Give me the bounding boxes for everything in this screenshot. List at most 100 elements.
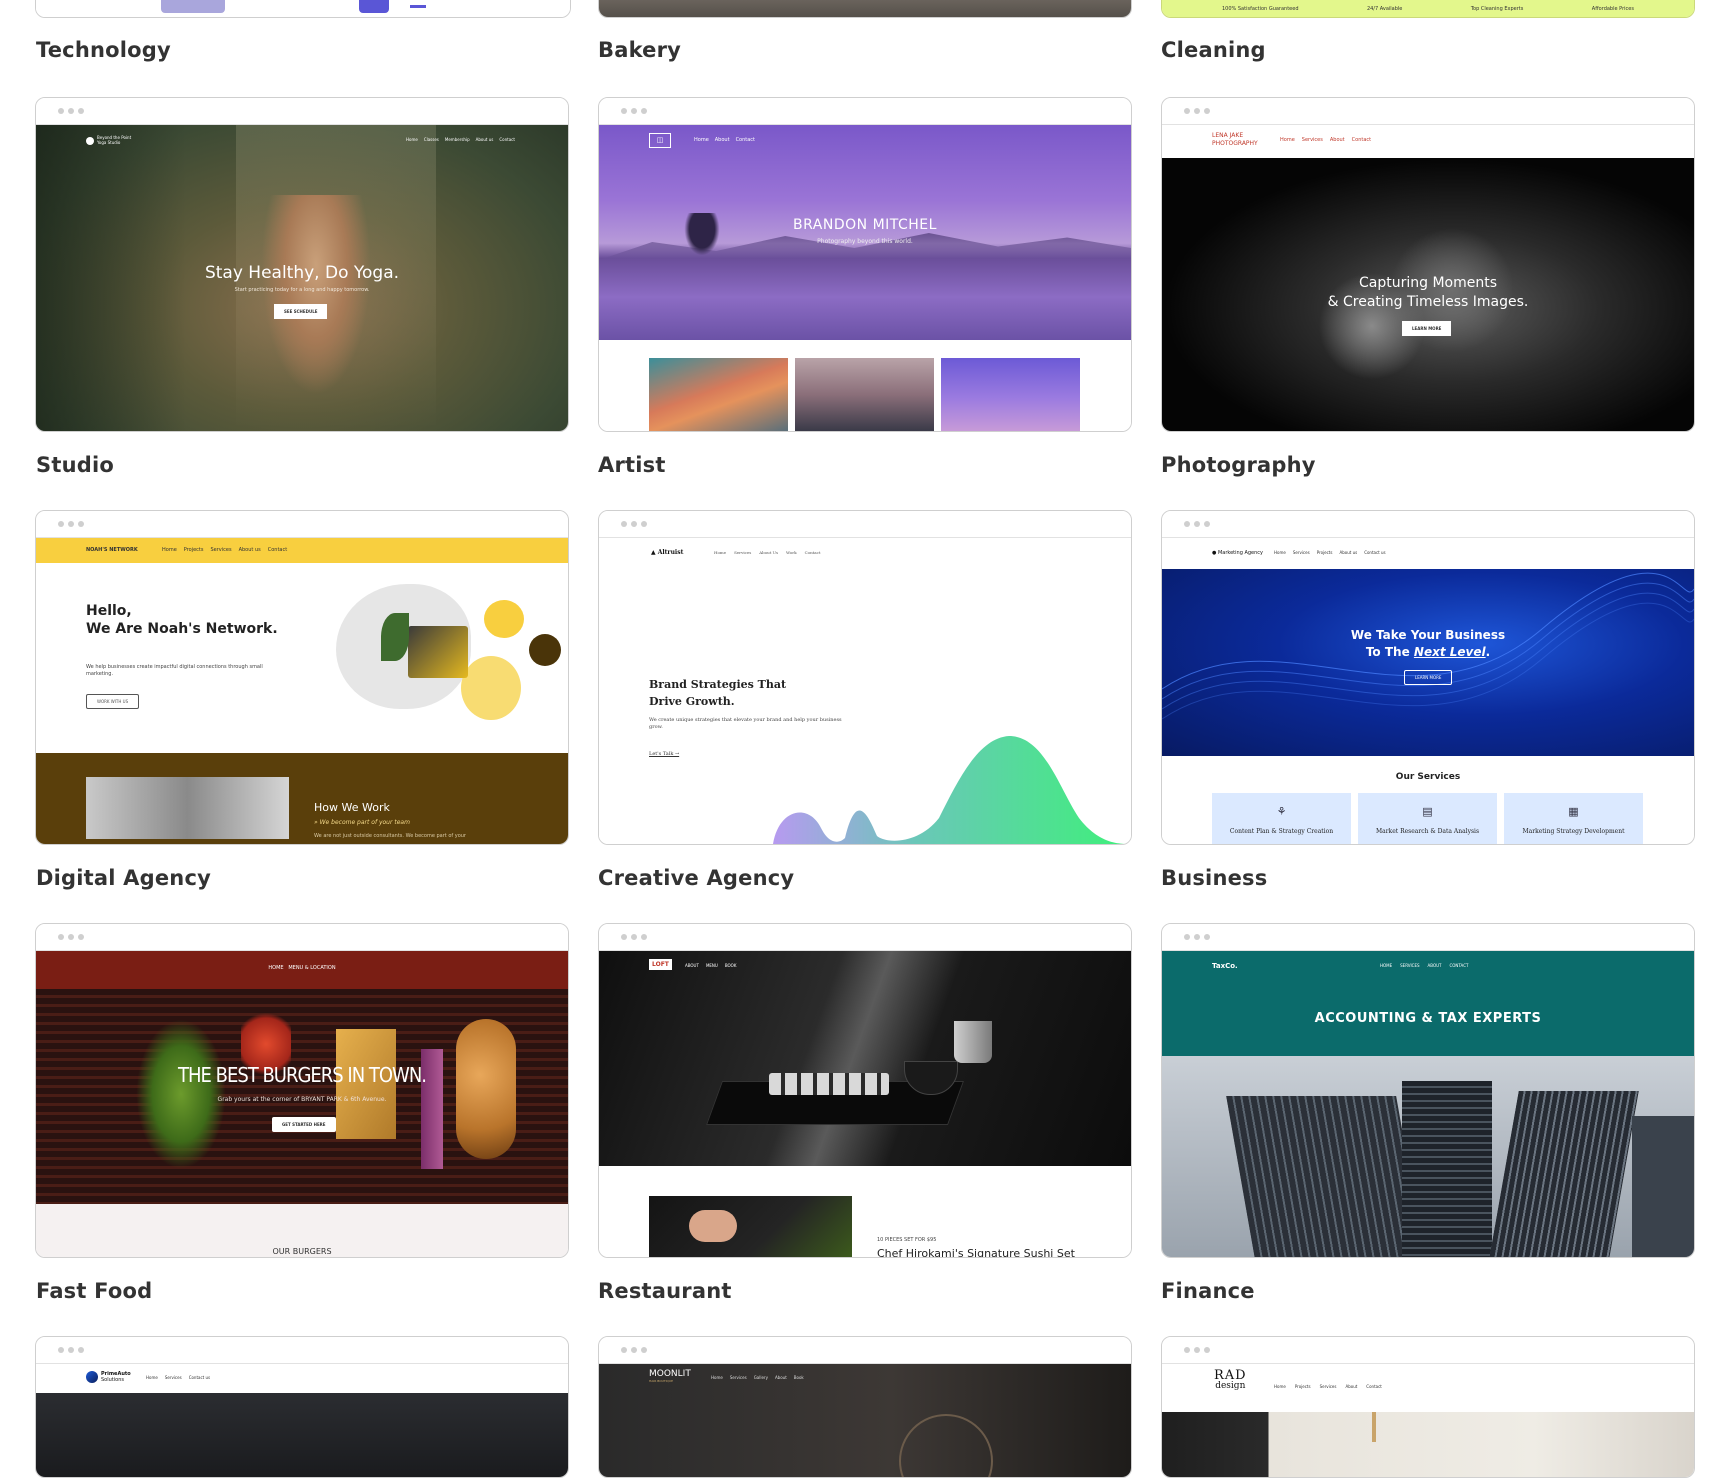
nav-item[interactable]: HOME <box>1380 963 1392 968</box>
template-card-photography[interactable]: LENA JAKE PHOTOGRAPHY Home Services Abou… <box>1161 97 1695 432</box>
nav-item[interactable]: Services <box>210 547 231 553</box>
template-card-finance[interactable]: TaxCo. HOME SERVICES ABOUT CONTACT ACCOU… <box>1161 923 1695 1258</box>
nav-item[interactable]: About us <box>476 137 494 142</box>
learn-more-button[interactable]: LEARN MORE <box>1402 321 1452 336</box>
work-with-us-button[interactable]: WORK WITH US <box>86 694 140 709</box>
design-nav: Home Projects Services About Contact <box>1274 1384 1382 1389</box>
nav-item[interactable]: Membership <box>445 137 470 142</box>
hero-image <box>1162 1412 1694 1477</box>
template-card-cleaning[interactable]: 100% Satisfaction Guaranteed 24/7 Availa… <box>1161 0 1695 18</box>
hero-headline-2: & Creating Timeless Images. <box>1327 294 1529 310</box>
gallery-thumb-1[interactable] <box>649 358 788 431</box>
service-card-3[interactable]: ▦ Marketing Strategy Development <box>1504 793 1643 844</box>
template-card-bakery[interactable] <box>598 0 1132 18</box>
how-we-work-section: How We Work » We become part of your tea… <box>36 753 568 844</box>
window-dots <box>621 934 647 940</box>
nav-item[interactable]: Services <box>1320 1384 1337 1389</box>
nav-item[interactable]: Contact <box>805 550 821 555</box>
handshake-icon: ⚘ <box>1276 805 1287 818</box>
cleaning-features-strip: 100% Satisfaction Guaranteed 24/7 Availa… <box>1222 6 1634 12</box>
see-schedule-button[interactable]: SEE SCHEDULE <box>274 304 328 319</box>
menu-item-small: 10 PIECES SET FOR $95 <box>877 1237 937 1243</box>
brand-sub: Solutions <box>101 1377 124 1383</box>
nav-item[interactable]: About us <box>239 547 261 553</box>
nav-item[interactable]: Contact <box>1352 137 1371 143</box>
template-card-design[interactable]: RAD design Home Projects Services About … <box>1161 1336 1695 1478</box>
nav-item[interactable]: About us <box>1339 550 1357 555</box>
window-dots <box>621 521 647 527</box>
caption-artist: Artist <box>598 453 666 477</box>
nav-item[interactable]: Contact us <box>1364 550 1385 555</box>
window-dots <box>1184 1347 1210 1353</box>
nav-item[interactable]: BOOK <box>725 963 737 968</box>
template-card-digital-agency[interactable]: NOAH'S NETWORK Home Projects Services Ab… <box>35 510 569 845</box>
mountains <box>599 233 1131 260</box>
template-card-salon[interactable]: MOONLIT HAIR BOUTIQUE Home Services Gall… <box>598 1336 1132 1478</box>
nav-item[interactable]: Home <box>162 547 177 553</box>
nav-item[interactable]: Services <box>165 1375 182 1380</box>
nav-item[interactable]: Classes <box>424 137 439 142</box>
gallery-thumb-2[interactable] <box>795 358 934 431</box>
template-card-fast-food[interactable]: HOME MENU & LOCATION THE BEST BURGERS IN… <box>35 923 569 1258</box>
nav-item[interactable]: Contact <box>268 547 287 553</box>
headline-emphasis: Next Level <box>1413 645 1486 659</box>
window-dots <box>621 1347 647 1353</box>
lets-talk-link[interactable]: Let's Talk → <box>649 751 679 757</box>
nav-item[interactable]: Services <box>1302 137 1323 143</box>
nav-item[interactable]: Contact <box>736 137 755 143</box>
nav-item[interactable]: Home <box>1274 550 1286 555</box>
nav-item[interactable]: CONTACT <box>1449 963 1468 968</box>
nav-item[interactable]: About Us <box>759 550 778 555</box>
nav-item[interactable]: Services <box>734 550 751 555</box>
nav-item[interactable]: SERVICES <box>1400 963 1419 968</box>
fast-food-nav[interactable]: HOME MENU & LOCATION <box>36 965 568 971</box>
template-card-artist[interactable]: ◫ Home About Contact BRANDON MITCHEL Pho… <box>598 97 1132 432</box>
yellow-blob-1 <box>484 600 524 638</box>
get-started-button[interactable]: GET STARTED HERE <box>272 1117 336 1132</box>
learn-more-button[interactable]: LEARN MORE <box>1404 670 1453 685</box>
nav-item[interactable]: Home <box>1274 1384 1286 1389</box>
nav-item[interactable]: About <box>775 1375 787 1380</box>
nav-item[interactable]: Services <box>1293 550 1310 555</box>
nav-item[interactable]: Home <box>406 137 418 142</box>
nav-item[interactable]: About <box>1330 137 1345 143</box>
sushi-pieces <box>769 1073 889 1095</box>
window-dots <box>1184 108 1210 114</box>
nav-item[interactable]: Home <box>694 137 709 143</box>
template-card-studio[interactable]: Beyond the Point Yoga Studio Home Classes… <box>35 97 569 432</box>
nav-item[interactable]: Contact <box>1366 1384 1382 1389</box>
nav-item[interactable]: Services <box>730 1375 747 1380</box>
template-card-business[interactable]: ● Marketing Agency Home Services Project… <box>1161 510 1695 845</box>
window-dots <box>58 934 84 940</box>
service-card-2[interactable]: ▤ Market Research & Data Analysis <box>1358 793 1497 844</box>
nav-item[interactable]: Contact <box>499 137 515 142</box>
nav-item[interactable]: Home <box>714 550 726 555</box>
nav-item[interactable]: Work <box>786 550 797 555</box>
nav-item[interactable]: Contact us <box>189 1375 210 1380</box>
nav-item[interactable]: Gallery <box>754 1375 768 1380</box>
template-card-auto[interactable]: PrimeAuto Solutions Home Services Contact… <box>35 1336 569 1478</box>
nav-item[interactable]: ABOUT <box>1428 963 1442 968</box>
nav-item[interactable]: Projects <box>1317 550 1333 555</box>
nav-item[interactable]: MENU <box>706 963 718 968</box>
finance-nav: HOME SERVICES ABOUT CONTACT <box>1380 963 1468 968</box>
design-preview: RAD design Home Projects Services About … <box>1162 1364 1694 1477</box>
gallery-thumb-3[interactable] <box>941 358 1080 431</box>
nav-item[interactable]: Home <box>711 1375 723 1380</box>
nav-item[interactable]: Home <box>146 1375 158 1380</box>
service-label: Marketing Strategy Development <box>1522 828 1625 835</box>
template-card-creative-agency[interactable]: ▲ Altruist Home Services About Us Work C… <box>598 510 1132 845</box>
laptop-image <box>408 626 468 678</box>
template-card-restaurant[interactable]: LOFT ABOUT MENU BOOK 10 PIECES SET FOR $… <box>598 923 1132 1258</box>
nav-item[interactable]: Projects <box>1295 1384 1311 1389</box>
service-card-1[interactable]: ⚘ Content Plan & Strategy Creation <box>1212 793 1351 844</box>
nav-item[interactable]: Home <box>1280 137 1295 143</box>
nav-item[interactable]: Book <box>794 1375 804 1380</box>
section-title: How We Work <box>314 801 390 814</box>
hero-sub: Grab yours at the corner of BRYANT PARK … <box>217 1096 387 1103</box>
nav-item[interactable]: About <box>1345 1384 1357 1389</box>
nav-item[interactable]: About <box>715 137 730 143</box>
nav-item[interactable]: ABOUT <box>685 963 699 968</box>
template-card-technology[interactable] <box>35 0 571 18</box>
nav-item[interactable]: Projects <box>184 547 204 553</box>
